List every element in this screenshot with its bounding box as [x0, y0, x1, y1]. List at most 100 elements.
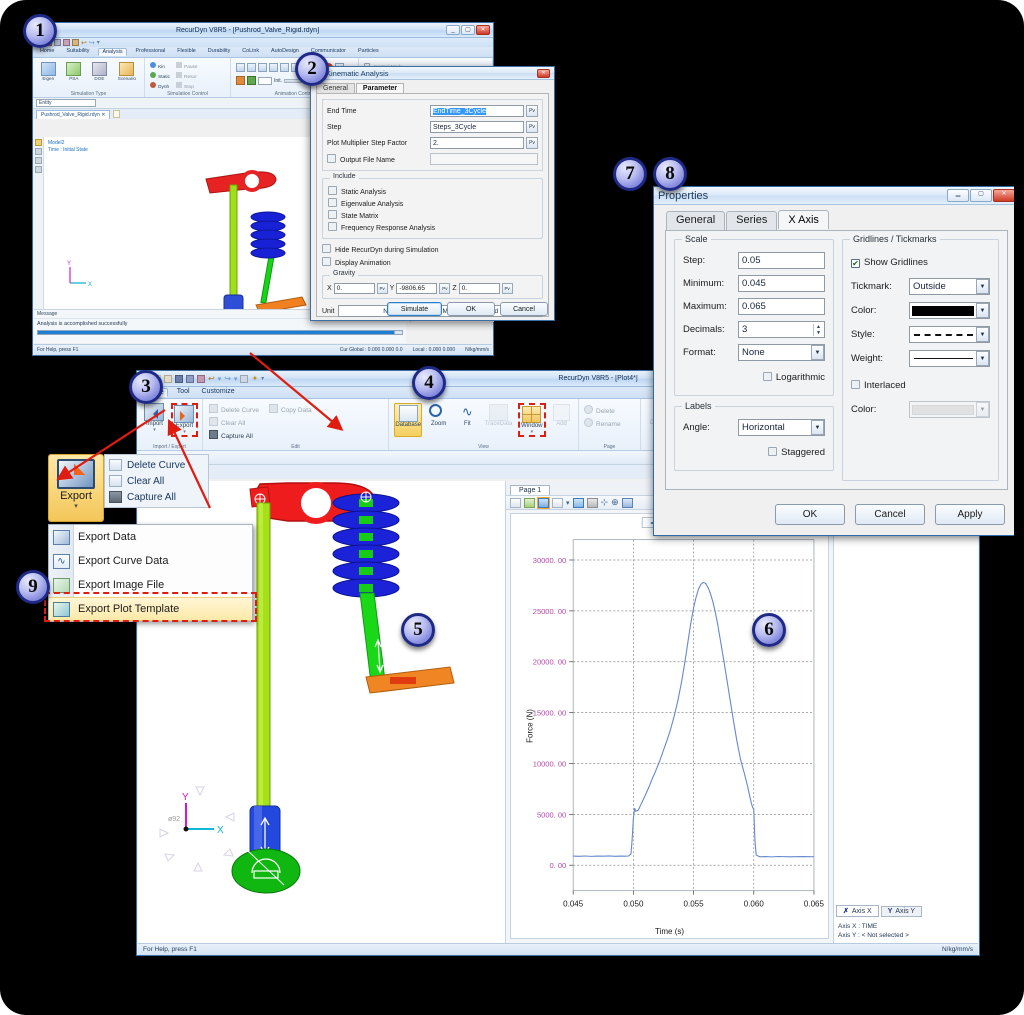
ribbon-button-scenario[interactable]: Scenario: [115, 62, 139, 81]
chart-page-icon[interactable]: [621, 497, 633, 508]
menu-item-capture-all[interactable]: Capture All: [105, 489, 208, 505]
logarithmic-row[interactable]: Logarithmic: [762, 372, 825, 383]
field-row-end-time[interactable]: End Time EndTime_3Cycle Pv: [327, 105, 538, 117]
chart-copy-icon[interactable]: [510, 497, 521, 508]
kinematic-dialog-buttons[interactable]: Simulate OK Cancel: [387, 302, 548, 316]
ribbon-tab-home[interactable]: Home: [37, 48, 57, 56]
fit-button[interactable]: ∿ Fit: [455, 403, 480, 437]
anim-first-icon[interactable]: [236, 63, 245, 72]
main-ribbon-tabs[interactable]: Home Suitability Analysis Professional F…: [33, 47, 493, 58]
minimize-button[interactable]: _: [446, 25, 460, 35]
display-animation-row[interactable]: Display Animation: [322, 257, 543, 270]
chart-properties-icon[interactable]: [538, 497, 549, 508]
row-angle[interactable]: Angle: Horizontal ▼: [683, 419, 825, 436]
row-tickmark[interactable]: Tickmark: Outside ▼: [851, 278, 990, 295]
angle-combo[interactable]: Horizontal ▼: [738, 419, 825, 436]
simulate-button[interactable]: Simulate: [387, 302, 442, 316]
anim-prev-icon[interactable]: [247, 63, 256, 72]
ribbon-button-eigen[interactable]: Eigen: [38, 62, 59, 81]
plot-open-icon[interactable]: [164, 374, 172, 383]
tab-close-icon[interactable]: ✕: [101, 112, 105, 118]
ribbon-item-kin[interactable]: Kin: [150, 62, 170, 72]
page-tab-page1[interactable]: Page 1: [510, 485, 551, 495]
plot-undo-dropdown-icon[interactable]: ▾: [218, 375, 222, 383]
document-tab-pushrod[interactable]: Pushrod_Valve_Rigid.rdyn ✕: [36, 109, 111, 119]
display-animation-checkbox[interactable]: [322, 257, 331, 266]
export-menu-top-strip[interactable]: Delete Curve Clear All Capture All: [104, 454, 209, 508]
chart-plot-area[interactable]: 0.045 0.050 0.055 0.060 0.065 0. 00 5000. 00 10…: [511, 514, 828, 938]
row-grid-color[interactable]: Color: ▼: [851, 302, 990, 319]
grid-weight-combo[interactable]: ▼: [909, 350, 990, 367]
row-decimals[interactable]: Decimals: 3 ▲ ▼: [683, 321, 825, 338]
anim-step-back-icon[interactable]: [258, 63, 267, 72]
chart-align-v-icon[interactable]: ⊕: [611, 497, 619, 508]
save-icon[interactable]: [54, 39, 61, 46]
ribbon-tab-professional[interactable]: Professional: [133, 48, 169, 56]
step-input[interactable]: 0.05: [738, 252, 825, 269]
customize-qat-icon[interactable]: ▾: [97, 39, 100, 46]
kinematic-tabs[interactable]: General Parameter: [311, 80, 554, 93]
ribbon-tab-colink[interactable]: CoLink: [239, 48, 262, 56]
format-combo[interactable]: None ▼: [738, 344, 825, 361]
row-minimum[interactable]: Minimum: 0.045: [683, 275, 825, 292]
redo-icon[interactable]: ↪: [89, 39, 95, 47]
field-row-step[interactable]: Step Steps_3Cycle Pv: [327, 121, 538, 133]
row-step[interactable]: Step: 0.05: [683, 252, 825, 269]
plot-ribbon-tab-customize[interactable]: Customize: [199, 388, 238, 397]
export-button[interactable]: Export ▾: [170, 403, 198, 437]
gravity-x-input[interactable]: 0.: [333, 283, 375, 294]
eigenvalue-analysis-checkbox[interactable]: [328, 198, 337, 207]
gravity-z-pv-button[interactable]: Pv: [501, 283, 513, 294]
chart-grid-icon[interactable]: [586, 497, 598, 508]
quick-access-toolbar[interactable]: ↩ ↪ ▾: [33, 38, 493, 47]
anim-speed-icon[interactable]: [236, 76, 245, 85]
chart-pencil-icon[interactable]: [552, 497, 563, 508]
row-staggered[interactable]: Staggered: [683, 442, 825, 460]
plot-undo-icon[interactable]: ↩: [208, 374, 215, 383]
row-format[interactable]: Format: None ▼: [683, 344, 825, 361]
row-grid-weight[interactable]: Weight: ▼: [851, 350, 990, 367]
interlaced-row[interactable]: Interlaced: [851, 380, 906, 391]
export-gallery-dropdown-icon[interactable]: ▾: [49, 502, 103, 510]
plot-save-icon[interactable]: [175, 374, 183, 383]
main-window-buttons[interactable]: _ ▢ ✕: [446, 25, 490, 35]
ribbon-tab-autodesign[interactable]: AutoDesign: [268, 48, 302, 56]
properties-ok-button[interactable]: OK: [775, 504, 845, 525]
entity-combo[interactable]: Entity: [36, 99, 96, 107]
plot-ribbon-tab-tool[interactable]: Tool: [174, 388, 193, 397]
show-gridlines-checkbox[interactable]: ✔: [851, 259, 860, 268]
plot-database-pane[interactable]: ⊞ Joints ✗Axis X YAxis Y Axis X : TIME A…: [834, 481, 978, 943]
ribbon-item-static[interactable]: Static: [150, 72, 170, 82]
step-input[interactable]: Steps_3Cycle: [430, 121, 524, 133]
axis-tab-y[interactable]: Y Axis Y: [880, 906, 923, 917]
maximum-input[interactable]: 0.065: [738, 298, 825, 315]
properties-tab-general[interactable]: General: [666, 211, 726, 230]
menu-item-export-data[interactable]: Export Data: [49, 525, 252, 549]
menu-item-clear-all[interactable]: Clear All: [105, 473, 208, 489]
tickmark-combo[interactable]: Outside ▼: [909, 278, 990, 295]
static-analysis-checkbox[interactable]: [328, 186, 337, 195]
kinematic-close-button[interactable]: ✕: [537, 68, 550, 78]
maximize-button[interactable]: ▢: [461, 25, 475, 35]
plot-pane[interactable]: Page 1 ▾ ⊹ ⊕ 0.045 0.050 0.055 0.060 0.0…: [506, 481, 834, 943]
end-time-pv-button[interactable]: Pv: [526, 105, 538, 117]
anim-play-icon[interactable]: [269, 63, 278, 72]
ribbon-tab-suitability[interactable]: Suitability: [63, 48, 92, 56]
properties-dialog-buttons[interactable]: OK Cancel Apply: [775, 504, 1005, 525]
plot-multiplier-input[interactable]: 2.: [430, 137, 524, 149]
kinematic-tab-general[interactable]: General: [316, 83, 355, 93]
ribbon-item-capture-all[interactable]: Capture All: [209, 430, 259, 443]
new-tab-icon[interactable]: [113, 110, 121, 118]
plot-pin-icon[interactable]: ✦: [251, 374, 258, 383]
chart-align-h-icon[interactable]: ⊹: [601, 497, 609, 508]
include-state-matrix[interactable]: State Matrix: [328, 210, 537, 222]
properties-dialog[interactable]: Properties ▁ ▢ ✕ General Series X Axis S…: [653, 186, 1014, 536]
row-interlaced[interactable]: Interlaced: [851, 375, 990, 393]
properties-cancel-button[interactable]: Cancel: [855, 504, 925, 525]
show-gridlines-row[interactable]: ✔ Show Gridlines: [851, 257, 928, 268]
row-show-gridlines[interactable]: ✔ Show Gridlines: [851, 252, 990, 270]
tickmark-combo-arrow-icon[interactable]: ▼: [976, 279, 989, 294]
kinematic-analysis-dialog[interactable]: Kinematic Analysis ✕ General Parameter E…: [310, 66, 555, 321]
grid-color-combo[interactable]: ▼: [909, 302, 990, 319]
properties-tabs[interactable]: General Series X Axis: [654, 205, 1014, 230]
